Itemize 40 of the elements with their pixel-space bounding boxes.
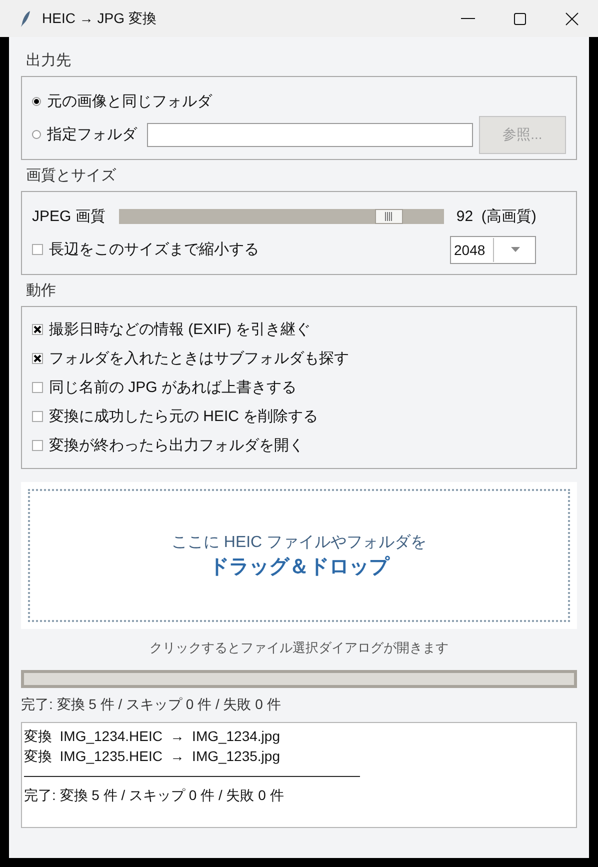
caret-icon xyxy=(511,247,520,252)
radio-label[interactable]: 指定フォルダ xyxy=(47,125,137,144)
size-dropdown[interactable]: 2048 xyxy=(450,236,536,264)
log-line: ———————————————————————— xyxy=(24,766,361,785)
log-line: 変換 IMG_1234.HEIC → IMG_1234.jpg xyxy=(24,727,281,746)
minimize-icon xyxy=(461,18,475,19)
checkbox[interactable] xyxy=(32,324,43,335)
radio-button[interactable] xyxy=(32,97,41,106)
checkbox[interactable] xyxy=(32,440,43,451)
checkbox-label[interactable]: 撮影日時などの情報 (EXIF) を引き継ぐ xyxy=(49,320,311,339)
quality-reading: 92 (高画質) xyxy=(456,207,536,226)
checkbox-label[interactable]: 同じ名前の JPG があれば上書きする xyxy=(49,378,297,397)
checkbox[interactable] xyxy=(32,382,43,393)
checkbox[interactable] xyxy=(32,411,43,422)
checkbox-label[interactable]: 変換に成功したら元の HEIC を削除する xyxy=(49,407,318,426)
log-line: 完了: 変換 5 件 / スキップ 0 件 / 失敗 0 件 xyxy=(24,786,285,804)
status-text: 完了: 変換 5 件 / スキップ 0 件 / 失敗 0 件 xyxy=(21,696,282,714)
checkbox-label[interactable]: 長辺をこのサイズまで縮小する xyxy=(49,240,259,259)
quality-slider[interactable] xyxy=(119,209,444,224)
drop-zone[interactable]: ここに HEIC ファイルやフォルダを ドラッグ＆ドロップ xyxy=(21,482,577,629)
maximize-icon xyxy=(513,12,527,26)
slider-thumb[interactable] xyxy=(375,209,404,224)
section-heading: 動作 xyxy=(26,281,57,300)
folder-field[interactable] xyxy=(147,122,473,146)
feather-icon xyxy=(20,10,32,28)
slider-label: JPEG 画質 xyxy=(32,207,106,226)
checkbox[interactable] xyxy=(32,244,43,255)
checkbox[interactable] xyxy=(32,353,43,364)
radio-button[interactable] xyxy=(32,130,41,139)
checkbox-label[interactable]: 変換が終わったら出力フォルダを開く xyxy=(49,436,304,455)
log-line: 変換 IMG_1235.HEIC → IMG_1235.jpg xyxy=(24,746,281,766)
close-icon xyxy=(565,12,579,26)
hint-text: クリックするとファイル選択ダイアログが開きます xyxy=(148,639,450,657)
section-heading: 画質とサイズ xyxy=(26,166,117,185)
checkbox-label[interactable]: フォルダを入れたときはサブフォルダも探す xyxy=(49,349,349,368)
window-title: HEIC → JPG 変換 xyxy=(42,10,158,28)
radio-label[interactable]: 元の画像と同じフォルダ xyxy=(47,92,212,111)
drop-prompt: ここに HEIC ファイルやフォルダを xyxy=(171,532,427,552)
section-heading: 出力先 xyxy=(26,51,72,70)
drop-title: ドラッグ＆ドロップ xyxy=(209,554,389,580)
